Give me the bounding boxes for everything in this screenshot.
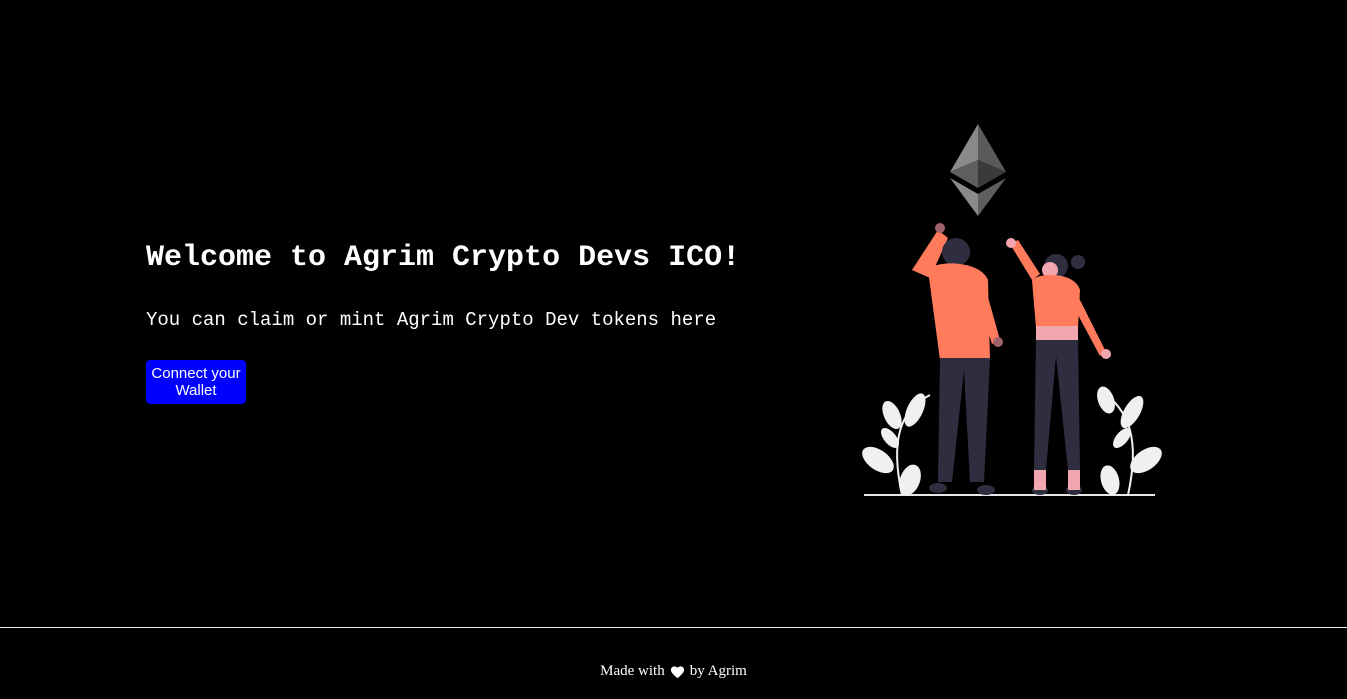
footer: Made with by Agrim	[0, 627, 1347, 699]
page-title: Welcome to Agrim Crypto Devs ICO!	[146, 241, 741, 275]
hero-content: Welcome to Agrim Crypto Devs ICO! You ca…	[146, 238, 826, 404]
heart-icon	[670, 665, 684, 678]
page-description: You can claim or mint Agrim Crypto Dev t…	[146, 309, 717, 331]
connect-wallet-button[interactable]: Connect your Wallet	[146, 360, 246, 404]
ethereum-icon	[950, 124, 1006, 216]
man-figure	[912, 223, 1003, 495]
main-section: Welcome to Agrim Crypto Devs ICO! You ca…	[0, 0, 1347, 627]
right-plant-icon	[1097, 386, 1162, 496]
woman-figure	[1006, 238, 1111, 495]
footer-made-with: Made with	[600, 663, 665, 679]
crypto-illustration	[862, 124, 1162, 496]
footer-by: by Agrim	[689, 663, 747, 679]
left-plant-icon	[862, 393, 931, 496]
